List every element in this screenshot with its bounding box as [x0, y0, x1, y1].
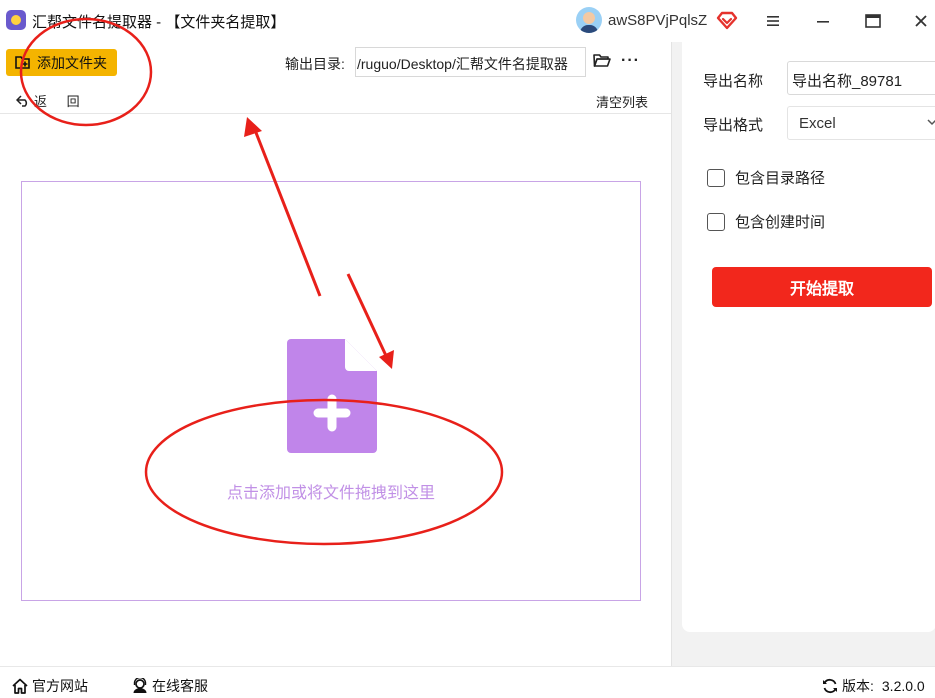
service-label: 在线客服: [152, 678, 208, 694]
include-path-checkbox[interactable]: [707, 168, 725, 187]
app-logo-icon: [6, 10, 26, 30]
more-options-button[interactable]: ···: [621, 52, 640, 70]
chevron-down-icon: [927, 119, 935, 126]
main-area: 点击添加或将文件拖拽到这里: [0, 115, 671, 666]
window-title: 汇帮文件名提取器 - 【文件夹名提取】: [32, 14, 286, 31]
user-avatar[interactable]: [576, 7, 602, 33]
include-created-checkbox[interactable]: [707, 212, 725, 231]
official-website-link[interactable]: 官方网站: [12, 676, 88, 696]
settings-panel: 导出名称 导出名称_89781 导出格式 Excel 包含目录路径 包含创建时间…: [671, 42, 935, 666]
menu-button[interactable]: [758, 8, 788, 34]
output-dir-label: 输出目录:: [285, 56, 345, 72]
refresh-icon: [823, 678, 837, 694]
export-format-select[interactable]: Excel: [787, 106, 935, 140]
add-folder-button[interactable]: 添加文件夹: [6, 49, 117, 76]
folder-add-icon: [15, 56, 30, 69]
settings-card: 导出名称 导出名称_89781 导出格式 Excel 包含目录路径 包含创建时间…: [682, 42, 935, 632]
output-dir-input[interactable]: /ruguo/Desktop/汇帮文件名提取器: [355, 47, 586, 77]
close-button[interactable]: [906, 8, 935, 34]
include-created-label: 包含创建时间: [735, 214, 826, 231]
toolbar: 添加文件夹 返 回 输出目录: /ruguo/Desktop/汇帮文件名提取器 …: [0, 42, 671, 152]
minimize-icon: [817, 21, 829, 23]
export-name-input[interactable]: 导出名称_89781: [787, 61, 935, 95]
maximize-button[interactable]: [858, 8, 888, 34]
home-icon: [12, 678, 28, 694]
minimize-button[interactable]: [808, 8, 838, 34]
version-label: 版本:: [842, 678, 874, 694]
menu-icon: [767, 16, 779, 26]
close-icon: [915, 15, 927, 27]
status-bar: 官方网站 在线客服 版本: 3.2.0.0: [0, 666, 935, 698]
export-format-value: Excel: [799, 115, 836, 132]
version-info[interactable]: 版本: 3.2.0.0: [822, 676, 925, 696]
include-path-option[interactable]: 包含目录路径: [707, 167, 825, 188]
online-service-link[interactable]: 在线客服: [132, 676, 208, 696]
headset-icon: [133, 678, 147, 693]
clear-list-button[interactable]: 清空列表: [596, 92, 648, 111]
start-extract-button[interactable]: 开始提取: [712, 267, 932, 307]
version-value: 3.2.0.0: [881, 678, 925, 694]
include-created-option[interactable]: 包含创建时间: [707, 211, 825, 232]
export-format-label: 导出格式: [703, 117, 764, 134]
website-label: 官方网站: [32, 678, 88, 694]
back-arrow-icon: [16, 94, 28, 107]
back-button[interactable]: 返 回: [16, 91, 88, 110]
add-folder-label: 添加文件夹: [37, 54, 107, 71]
file-dropzone[interactable]: 点击添加或将文件拖拽到这里: [21, 181, 641, 601]
username[interactable]: awS8PVjPqlsZ: [608, 12, 707, 29]
file-add-icon: [287, 339, 377, 453]
title-bar: 汇帮文件名提取器 - 【文件夹名提取】 awS8PVjPqlsZ: [0, 0, 935, 42]
include-path-label: 包含目录路径: [735, 170, 826, 187]
folder-open-icon[interactable]: [593, 53, 611, 68]
back-label: 返 回: [34, 94, 88, 109]
dropzone-text: 点击添加或将文件拖拽到这里: [226, 485, 435, 502]
vip-diamond-icon[interactable]: [716, 10, 738, 30]
export-name-label: 导出名称: [703, 73, 764, 90]
maximize-icon: [865, 14, 881, 28]
